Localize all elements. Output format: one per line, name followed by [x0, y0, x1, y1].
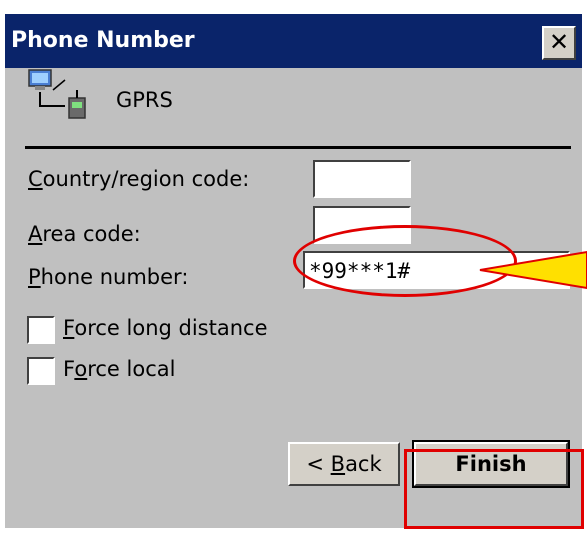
close-button[interactable]: ✕ [542, 26, 576, 60]
phone-number-input[interactable]: *99***1# [303, 251, 570, 289]
close-icon: ✕ [548, 28, 570, 56]
connection-name: GPRS [116, 88, 173, 112]
separator-line [25, 146, 571, 149]
country-code-label: Country/region code: [28, 167, 250, 191]
country-code-input[interactable] [313, 160, 411, 198]
finish-button[interactable]: Finish [412, 440, 570, 488]
network-connection-icon [28, 69, 86, 119]
force-local-checkbox[interactable] [27, 357, 55, 385]
area-code-label: Area code: [28, 222, 141, 246]
force-long-distance-label: Force long distance [63, 316, 268, 340]
area-code-input[interactable] [313, 206, 411, 244]
back-button[interactable]: < Back [288, 442, 400, 486]
force-local-label: Force local [63, 357, 176, 381]
title-bar: Phone Number ✕ [5, 14, 582, 68]
phone-number-label: Phone number: [28, 265, 189, 289]
force-long-distance-checkbox[interactable] [27, 316, 55, 344]
window-title: Phone Number [11, 28, 195, 53]
